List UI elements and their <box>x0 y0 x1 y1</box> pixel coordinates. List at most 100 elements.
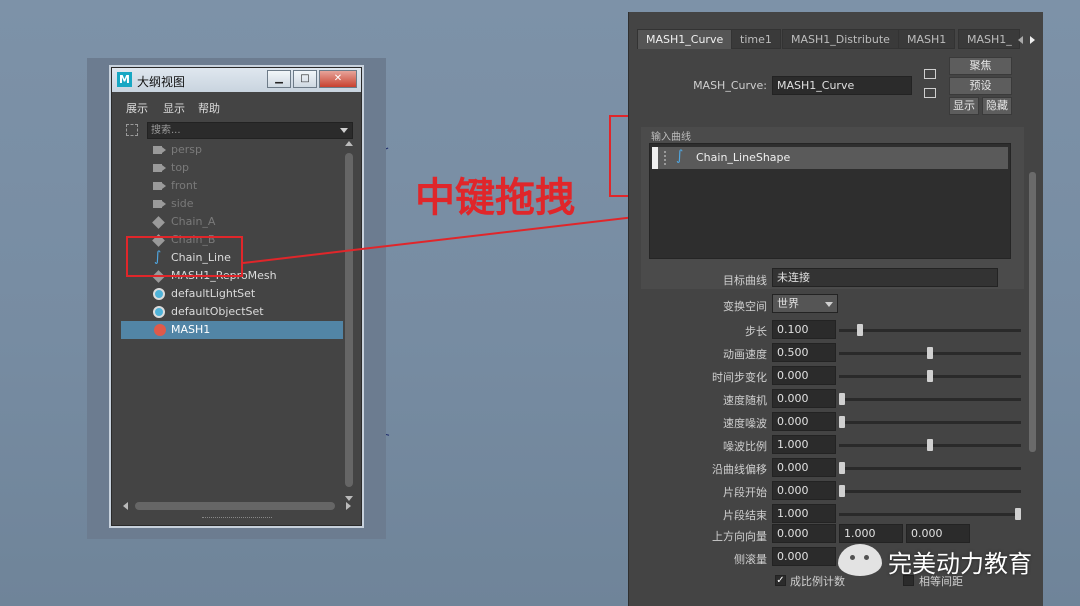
minimize-button[interactable]: ▁ <box>267 70 291 88</box>
tab-scroll-right-icon[interactable] <box>1030 36 1035 44</box>
slider-handle[interactable] <box>1015 508 1021 520</box>
slider-label: 沿曲线偏移 <box>712 463 767 476</box>
outliner-search-input[interactable]: 搜索... <box>147 122 353 139</box>
camera-icon <box>153 164 166 172</box>
list-item-chain-a[interactable]: Chain_A <box>121 213 343 231</box>
slider-track[interactable] <box>839 398 1021 401</box>
search-dropdown-arrow-icon[interactable] <box>340 128 348 133</box>
roll-input[interactable]: 0.000 <box>772 547 836 566</box>
slider-track[interactable] <box>839 329 1021 332</box>
slider-value-input[interactable]: 0.500 <box>772 343 836 362</box>
slider-handle[interactable] <box>857 324 863 336</box>
outliner-menu-bar: 展示 显示 帮助 <box>112 98 361 116</box>
list-item-persp[interactable]: persp <box>121 141 343 159</box>
slider-handle[interactable] <box>839 393 845 405</box>
slider-value-input[interactable]: 0.100 <box>772 320 836 339</box>
wechat-icon <box>838 544 882 576</box>
slider-label: 速度随机 <box>723 394 767 407</box>
scroll-left-icon[interactable] <box>123 502 128 510</box>
slider-track[interactable] <box>839 467 1021 470</box>
slider-handle[interactable] <box>839 416 845 428</box>
slider-handle[interactable] <box>839 462 845 474</box>
slider-value-input[interactable]: 1.000 <box>772 504 836 523</box>
close-button[interactable]: ✕ <box>319 70 357 88</box>
slider-label: 片段结束 <box>723 509 767 522</box>
up-vector-x[interactable]: 0.000 <box>772 524 836 543</box>
proportional-count-checkbox[interactable]: ✓ <box>775 575 786 586</box>
show-button[interactable]: 显示 <box>949 97 979 115</box>
attribute-editor-tabs: MASH1_Curve time1 MASH1_Distribute MASH1… <box>637 29 1037 49</box>
node-label: MASH_Curve: <box>693 79 767 92</box>
scroll-thumb[interactable] <box>1029 172 1036 452</box>
slider-track[interactable] <box>839 490 1021 493</box>
tab-scroll-left-icon[interactable] <box>1018 36 1023 44</box>
proportional-count-label: 成比例计数 <box>790 575 845 588</box>
slider-label: 速度噪波 <box>723 417 767 430</box>
outliner-title-bar[interactable]: M 大纲视图 ▁ □ ✕ <box>112 68 361 92</box>
target-curve-field[interactable]: 未连接 <box>772 268 998 287</box>
slider-value-input[interactable]: 0.000 <box>772 366 836 385</box>
tab-time1[interactable]: time1 <box>731 29 781 49</box>
input-curves-section: 输入曲线 ∫ Chain_LineShape <box>641 127 1024 289</box>
resize-grip[interactable] <box>202 517 272 519</box>
camera-icon <box>153 182 166 190</box>
tab-mash1-distribute[interactable]: MASH1_Distribute <box>782 29 899 49</box>
slider-handle[interactable] <box>839 485 845 497</box>
scroll-thumb[interactable] <box>345 153 353 487</box>
list-item-top[interactable]: top <box>121 159 343 177</box>
slider-handle[interactable] <box>927 439 933 451</box>
presets-button[interactable]: 预设 <box>949 77 1012 95</box>
curve-icon: ∫ <box>676 148 684 164</box>
slider-handle[interactable] <box>927 370 933 382</box>
annotation-text: 中键拖拽 <box>415 175 575 221</box>
highlight-box-chain-line <box>126 236 243 277</box>
transform-space-dropdown[interactable]: 世界 <box>772 294 838 313</box>
slider-label: 噪波比例 <box>723 440 767 453</box>
watermark-text: 完美动力教育 <box>888 550 1032 578</box>
set-icon <box>153 306 165 318</box>
slider-value-input[interactable]: 1.000 <box>772 435 836 454</box>
outliner-horizontal-scrollbar[interactable] <box>121 500 353 512</box>
menu-show[interactable]: 显示 <box>163 100 185 116</box>
tab-mash1-more[interactable]: MASH1_ <box>958 29 1020 49</box>
input-curve-item[interactable]: ∫ Chain_LineShape <box>652 147 1008 169</box>
list-item-side[interactable]: side <box>121 195 343 213</box>
item-indicator <box>652 147 658 169</box>
chevron-down-icon <box>825 302 833 307</box>
drag-handle-icon[interactable] <box>664 151 668 165</box>
list-item-default-light-set[interactable]: defaultLightSet <box>121 285 343 303</box>
slider-track[interactable] <box>839 513 1021 516</box>
filter-icon[interactable] <box>126 124 138 136</box>
slider-label: 动画速度 <box>723 348 767 361</box>
outliner-vertical-scrollbar[interactable] <box>343 141 355 501</box>
scroll-up-icon[interactable] <box>345 141 353 146</box>
list-item-mash1[interactable]: MASH1 <box>121 321 343 339</box>
focus-left-icon[interactable] <box>924 69 936 79</box>
scroll-right-icon[interactable] <box>346 502 351 510</box>
input-curves-list[interactable]: ∫ Chain_LineShape <box>649 143 1011 259</box>
menu-help[interactable]: 帮助 <box>198 100 220 116</box>
slider-handle[interactable] <box>927 347 933 359</box>
slider-value-input[interactable]: 0.000 <box>772 389 836 408</box>
menu-display[interactable]: 展示 <box>126 100 148 116</box>
input-curves-title: 输入曲线 <box>651 132 691 143</box>
slider-track[interactable] <box>839 421 1021 424</box>
list-item-front[interactable]: front <box>121 177 343 195</box>
tab-mash1[interactable]: MASH1 <box>898 29 956 49</box>
hide-button[interactable]: 隐藏 <box>982 97 1012 115</box>
tab-mash1-curve[interactable]: MASH1_Curve <box>637 29 733 49</box>
list-item-default-object-set[interactable]: defaultObjectSet <box>121 303 343 321</box>
mash-icon <box>154 324 166 336</box>
slider-value-input[interactable]: 0.000 <box>772 458 836 477</box>
scroll-thumb[interactable] <box>135 502 335 510</box>
slider-value-input[interactable]: 0.000 <box>772 412 836 431</box>
attribute-editor: MASH1_Curve time1 MASH1_Distribute MASH1… <box>628 12 1043 606</box>
outliner-window: M 大纲视图 ▁ □ ✕ 展示 显示 帮助 搜索... persp top fr… <box>111 67 362 526</box>
slider-value-input[interactable]: 0.000 <box>772 481 836 500</box>
attribute-editor-scrollbar[interactable] <box>1028 127 1037 606</box>
focus-button[interactable]: 聚焦 <box>949 57 1012 75</box>
focus-right-icon[interactable] <box>924 88 936 98</box>
node-name-input[interactable]: MASH1_Curve <box>772 76 912 95</box>
slider-label: 步长 <box>745 325 767 338</box>
maximize-button[interactable]: □ <box>293 70 317 88</box>
